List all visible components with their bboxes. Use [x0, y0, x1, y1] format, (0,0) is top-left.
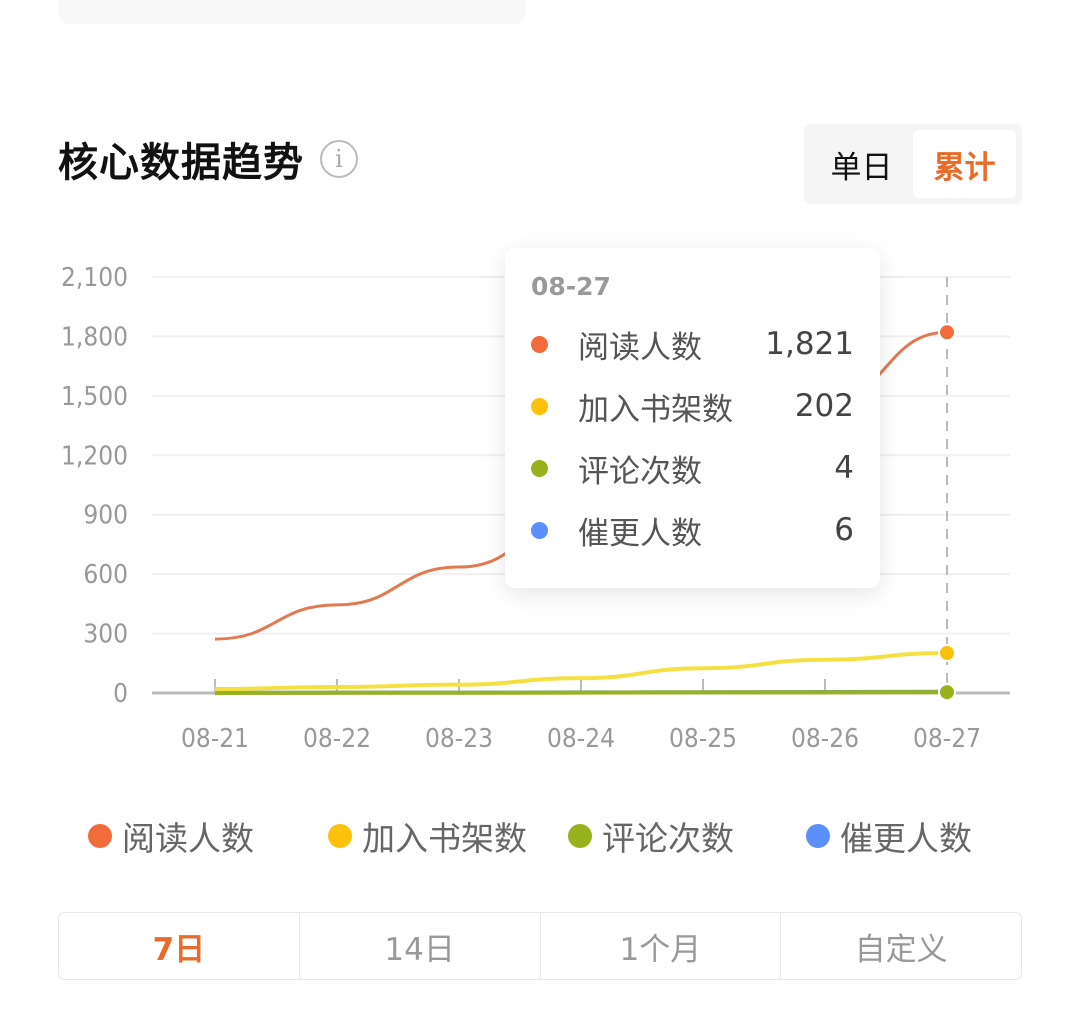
y-tick-label: 0	[113, 679, 128, 709]
y-tick-label: 600	[83, 560, 128, 590]
legend-dot-icon	[88, 824, 112, 848]
info-icon[interactable]: i	[320, 140, 358, 178]
legend-label: 阅读人数	[122, 819, 254, 858]
x-tick-label: 08-25	[669, 724, 737, 754]
range-tabs: 7日 14日 1个月 自定义	[58, 912, 1022, 980]
tooltip-series-value: 6	[834, 512, 854, 548]
series-dot-icon	[531, 335, 548, 353]
section-header: 核心数据趋势 i	[58, 130, 358, 188]
tooltip-date: 08-27	[531, 272, 611, 301]
range-tab-7d[interactable]: 7日	[59, 913, 300, 979]
tooltip-series-name: 加入书架数	[578, 391, 733, 428]
tooltip-series-name: 催更人数	[578, 515, 702, 552]
mode-daily-button[interactable]: 单日	[810, 130, 913, 198]
tooltip-row: 加入书架数 202	[531, 375, 854, 437]
tooltip-series-value: 4	[834, 450, 854, 486]
legend-label: 评论次数	[602, 819, 734, 858]
tooltip-row: 阅读人数 1,821	[531, 313, 854, 375]
tooltip-row: 评论次数 4	[531, 437, 854, 499]
y-tick-label: 1,200	[61, 441, 128, 471]
tooltip-series-value: 202	[794, 388, 854, 424]
legend-dot-icon	[806, 824, 830, 848]
x-tick-label: 08-26	[791, 724, 859, 754]
y-tick-label: 1,500	[61, 382, 128, 412]
legend-label: 加入书架数	[362, 819, 527, 858]
x-tick-label: 08-27	[913, 724, 981, 754]
tooltip-series-name: 阅读人数	[578, 329, 702, 366]
range-tab-14d[interactable]: 14日	[300, 913, 541, 979]
legend-item-shelf[interactable]: 加入书架数	[328, 812, 568, 860]
chart-legend: 阅读人数 加入书架数 评论次数 催更人数	[88, 812, 1008, 860]
range-tab-1m[interactable]: 1个月	[541, 913, 782, 979]
legend-item-urge[interactable]: 催更人数	[806, 812, 972, 860]
legend-item-comments[interactable]: 评论次数	[568, 812, 806, 860]
tooltip-series-name: 评论次数	[578, 453, 702, 490]
legend-dot-icon	[568, 824, 592, 848]
x-tick-label: 08-24	[547, 724, 615, 754]
previous-card	[58, 0, 526, 24]
range-tab-custom[interactable]: 自定义	[781, 913, 1021, 979]
y-tick-label: 900	[83, 501, 128, 531]
tooltip-series-value: 1,821	[765, 326, 854, 362]
mode-cumulative-button[interactable]: 累计	[913, 130, 1016, 198]
mode-toggle: 单日 累计	[804, 124, 1022, 204]
series-dot-icon	[531, 521, 548, 539]
series-point-0	[938, 323, 956, 342]
y-tick-label: 1,800	[61, 322, 128, 352]
x-tick-label: 08-21	[181, 724, 249, 754]
series-dot-icon	[531, 459, 548, 477]
series-line-2	[214, 690, 948, 695]
chart-tooltip: 08-27 阅读人数 1,821 加入书架数 202 评论次数 4 催更人数 6	[505, 248, 880, 588]
tooltip-row: 催更人数 6	[531, 499, 854, 561]
x-tick-label: 08-23	[425, 724, 493, 754]
series-point-1	[938, 643, 956, 662]
section-title: 核心数据趋势	[58, 140, 304, 186]
series-dot-icon	[531, 397, 548, 415]
y-tick-label: 300	[83, 620, 128, 650]
legend-dot-icon	[328, 824, 352, 848]
series-point-2	[938, 683, 956, 702]
y-tick-label: 2,100	[61, 263, 128, 293]
legend-label: 催更人数	[840, 819, 972, 858]
legend-item-reads[interactable]: 阅读人数	[88, 812, 328, 860]
x-tick-label: 08-22	[303, 724, 371, 754]
